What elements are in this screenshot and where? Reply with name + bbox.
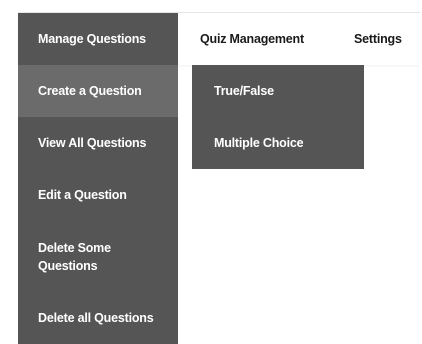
- nav-manage-questions-label: Manage Questions: [38, 32, 146, 46]
- create-question-submenu: True/False Multiple Choice: [192, 65, 364, 169]
- submenu-item-multiple-choice[interactable]: Multiple Choice: [192, 117, 364, 169]
- nav-quiz-management[interactable]: Quiz Management: [178, 13, 318, 65]
- nav-settings-label: Settings: [354, 32, 402, 46]
- menu-item-delete-some-questions[interactable]: Delete Some Questions: [18, 221, 178, 292]
- nav-manage-questions[interactable]: Manage Questions: [18, 13, 178, 65]
- nav-settings[interactable]: Settings: [318, 13, 420, 65]
- menu-item-label: Delete Some Questions: [38, 240, 111, 273]
- menu-item-label: Create a Question: [38, 84, 142, 98]
- menu-item-label: Delete all Questions: [38, 311, 154, 325]
- submenu-item-label: Multiple Choice: [214, 136, 304, 150]
- menu-item-edit-question[interactable]: Edit a Question: [18, 169, 178, 221]
- manage-questions-dropdown: Create a Question View All Questions Edi…: [18, 65, 178, 344]
- nav-quiz-management-label: Quiz Management: [200, 32, 304, 46]
- menu-item-delete-all-questions[interactable]: Delete all Questions: [18, 292, 178, 344]
- submenu-item-label: True/False: [214, 84, 274, 98]
- menu-item-create-question[interactable]: Create a Question: [18, 65, 178, 117]
- top-navbar: Manage Questions Quiz Management Setting…: [18, 13, 420, 65]
- menu-item-label: View All Questions: [38, 136, 147, 150]
- menu-item-view-all-questions[interactable]: View All Questions: [18, 117, 178, 169]
- submenu-item-true-false[interactable]: True/False: [192, 65, 364, 117]
- menu-item-label: Edit a Question: [38, 188, 127, 202]
